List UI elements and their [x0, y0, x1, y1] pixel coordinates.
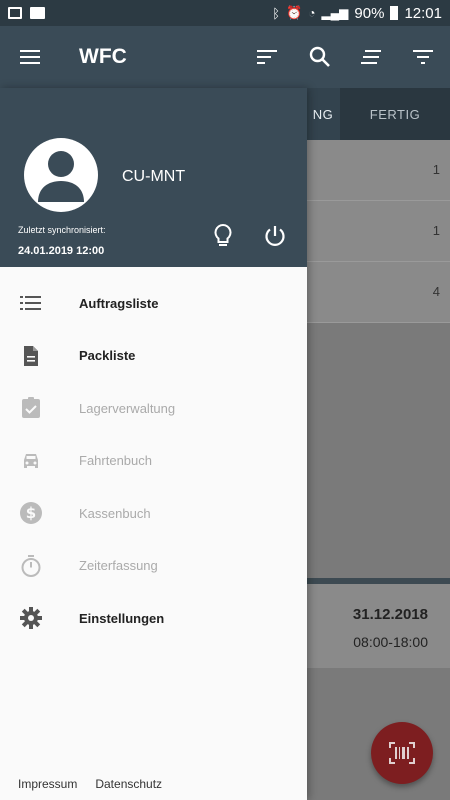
hint-button[interactable] [208, 221, 238, 251]
filter-button[interactable] [398, 26, 450, 88]
user-icon [38, 151, 84, 202]
menu-item-zeiterfassung[interactable]: Zeiterfassung [0, 540, 307, 593]
scan-barcode-button[interactable] [371, 722, 433, 784]
logout-button[interactable] [260, 221, 290, 251]
barcode-scan-icon [389, 742, 415, 764]
item-count: 1 [432, 162, 440, 177]
menu-item-label: Auftragsliste [79, 295, 159, 311]
drawer-footer: Impressum Datenschutz [18, 777, 162, 791]
sync-date: 24.01.2019 12:00 [18, 245, 105, 257]
car-icon [24, 453, 38, 468]
sort-alt-button[interactable] [346, 26, 398, 88]
search-button[interactable] [294, 26, 346, 88]
document-icon [24, 345, 38, 366]
wifi-icon: ◔ [308, 6, 316, 20]
lightbulb-icon [214, 223, 232, 246]
clock: 12:01 [404, 4, 442, 22]
power-icon [265, 226, 285, 246]
menu-item-auftragsliste[interactable]: Auftragsliste [0, 277, 307, 330]
app-bar: WFC [0, 26, 450, 88]
navigation-drawer: CU-MNT Zuletzt synchronisiert: 24.01.201… [0, 88, 307, 800]
item-count: 4 [432, 284, 440, 299]
sort-icon [257, 50, 277, 64]
dollar-icon: $ [20, 502, 42, 524]
menu-item-label: Kassenbuch [79, 505, 151, 521]
card-time: 08:00-18:00 [353, 634, 428, 650]
menu-button[interactable] [0, 26, 60, 88]
gear-icon [20, 607, 42, 629]
datenschutz-link[interactable]: Datenschutz [95, 777, 162, 791]
username: CU-MNT [122, 168, 186, 185]
timer-icon [21, 554, 41, 577]
menu-item-label: Fahrtenbuch [79, 453, 152, 469]
filter-icon [413, 50, 433, 64]
gallery-notification-icon [8, 7, 22, 19]
item-count: 1 [432, 223, 440, 238]
clipboard-check-icon [22, 397, 40, 418]
search-icon [309, 46, 330, 67]
alarm-icon: ⏰ [286, 5, 303, 20]
drawer-menu: Auftragsliste Packliste Lagerverwaltung … [0, 277, 307, 645]
mail-notification-icon [30, 7, 45, 19]
avatar[interactable] [24, 138, 98, 212]
signal-icon: ▂▄▆ [321, 6, 349, 20]
menu-item-packliste[interactable]: Packliste [0, 330, 307, 383]
card-date: 31.12.2018 [352, 606, 428, 623]
sort-lines-icon [361, 50, 381, 64]
bluetooth-icon: ᛒ [272, 5, 281, 21]
status-bar: ᛒ ⏰ ◔ ▂▄▆ 90% 12:01 [0, 0, 450, 26]
menu-item-einstellungen[interactable]: Einstellungen [0, 592, 307, 645]
list-icon [20, 296, 41, 310]
menu-item-label: Lagerverwaltung [79, 400, 176, 416]
drawer-header: CU-MNT Zuletzt synchronisiert: 24.01.201… [0, 88, 307, 267]
menu-item-label: Packliste [79, 348, 136, 364]
app-title: WFC [79, 45, 127, 68]
sync-label: Zuletzt synchronisiert: [18, 225, 106, 235]
battery-percent: 90% [354, 4, 385, 22]
tab-fertig[interactable]: FERTIG [340, 88, 450, 140]
menu-item-label: Zeiterfassung [79, 558, 158, 574]
menu-item-lagerverwaltung[interactable]: Lagerverwaltung [0, 382, 307, 435]
hamburger-icon [20, 50, 40, 64]
sort-button[interactable] [242, 26, 294, 88]
menu-item-label: Einstellungen [79, 610, 165, 626]
impressum-link[interactable]: Impressum [18, 777, 77, 791]
menu-item-kassenbuch[interactable]: $ Kassenbuch [0, 487, 307, 540]
battery-icon [390, 6, 399, 20]
menu-item-fahrtenbuch[interactable]: Fahrtenbuch [0, 435, 307, 488]
svg-text:$: $ [26, 504, 36, 522]
tab-active[interactable]: NG [306, 88, 340, 140]
